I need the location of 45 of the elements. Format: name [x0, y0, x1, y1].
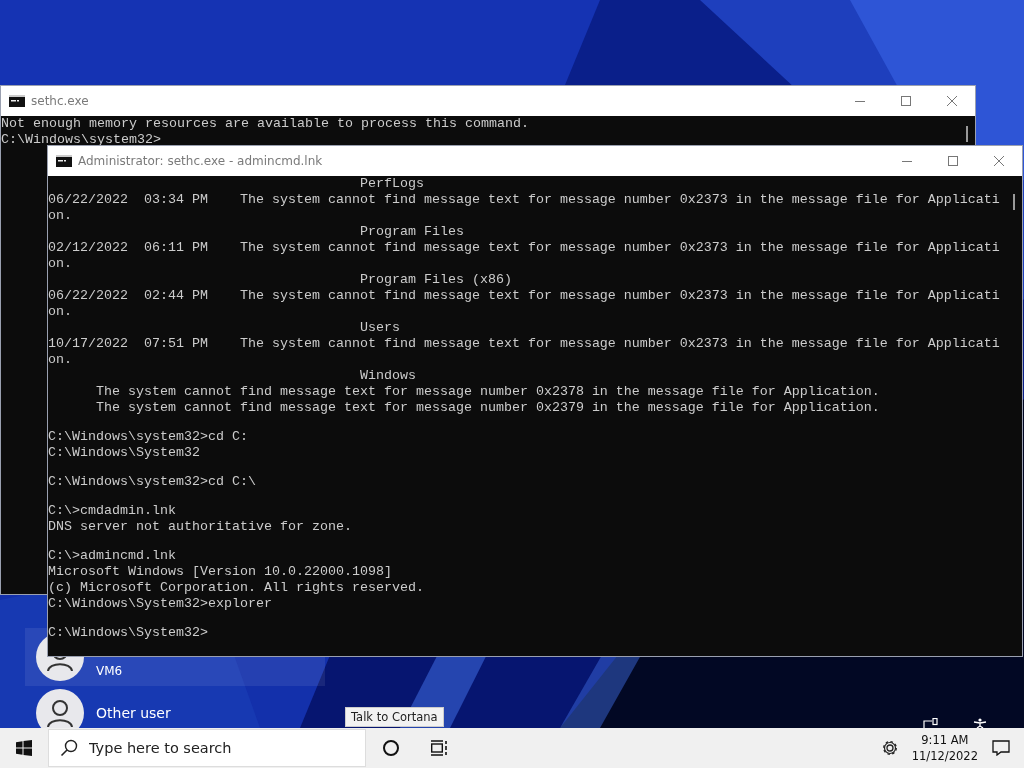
console-line: C:\>admincmd.lnk [48, 549, 177, 562]
console-line: (c) Microsoft Corporation. All rights reserved. [48, 581, 425, 594]
tooltip: Talk to Cortana [345, 707, 444, 727]
console-line: The system cannot find message text for message number 0x2379 in the message file for Application. [95, 401, 881, 414]
clock-time: 9:11 AM [921, 732, 969, 748]
console-line: on. [48, 353, 73, 366]
console-line: The system cannot find message text for message number 0x2378 in the message file for Application. [95, 385, 881, 398]
console-line: on. [48, 257, 73, 270]
console-line: Microsoft Windows [Version 10.0.22000.1098] [48, 565, 393, 578]
start-icon[interactable] [16, 740, 32, 756]
console-line: C:\Windows\System32>explorer [48, 597, 273, 610]
task-view-icon[interactable] [430, 740, 448, 756]
search-field[interactable]: Type here to search [48, 729, 366, 767]
window-title: Administrator: sethc.exe - admincmd.lnk [78, 154, 323, 168]
console-line: on. [48, 209, 73, 222]
console-line: Program Files [358, 225, 465, 238]
cortana-icon[interactable] [382, 739, 400, 757]
console-line: 06/22/2022 02:44 PM The system cannot find message text for message number 0x2373 in the message file for Applicati [48, 289, 1001, 302]
console-icon [9, 95, 25, 107]
user-avatar-icon[interactable] [36, 689, 84, 728]
notifications-icon[interactable] [992, 740, 1010, 756]
console-line: C:\Windows\System32 [48, 446, 201, 459]
console-line: 06/22/2022 03:34 PM The system cannot find message text for message number 0x2373 in the message file for Applicati [48, 193, 1001, 206]
console-line: 10/17/2022 07:51 PM The system cannot find message text for message number 0x2373 in the message file for Applicati [48, 337, 1001, 350]
console-line: 02/12/2022 06:11 PM The system cannot find message text for message number 0x2373 in the message file for Applicati [48, 241, 1001, 254]
clock-date: 11/12/2022 [911, 748, 978, 764]
clock[interactable]: 9:11 AM 11/12/2022 [911, 732, 978, 764]
console-line: C:\Windows\System32> [48, 626, 209, 639]
console-line: C:\Windows\system32>cd C:\ [48, 475, 257, 488]
search-icon [60, 739, 78, 757]
console-line: C:\>cmdadmin.lnk [48, 504, 177, 517]
console-line: Program Files (x86) [358, 273, 513, 286]
console-line: PerfLogs [358, 177, 425, 190]
console-line: Users [358, 321, 401, 334]
user-name[interactable]: Other user [96, 705, 171, 721]
console-line: Windows [358, 369, 417, 382]
console-line: DNS server not authoritative for zone. [48, 520, 353, 533]
network-icon[interactable] [923, 718, 939, 728]
console-line: Not enough memory resources are available to process this command. [1, 117, 530, 130]
window-title: sethc.exe [31, 94, 89, 108]
user-name[interactable]: VM6 [96, 664, 123, 678]
console-line: C:\Windows\system32> [1, 133, 162, 146]
console-line: C:\Windows\system32>cd C: [48, 430, 249, 443]
console-line: on. [48, 305, 73, 318]
console-icon [56, 155, 72, 167]
